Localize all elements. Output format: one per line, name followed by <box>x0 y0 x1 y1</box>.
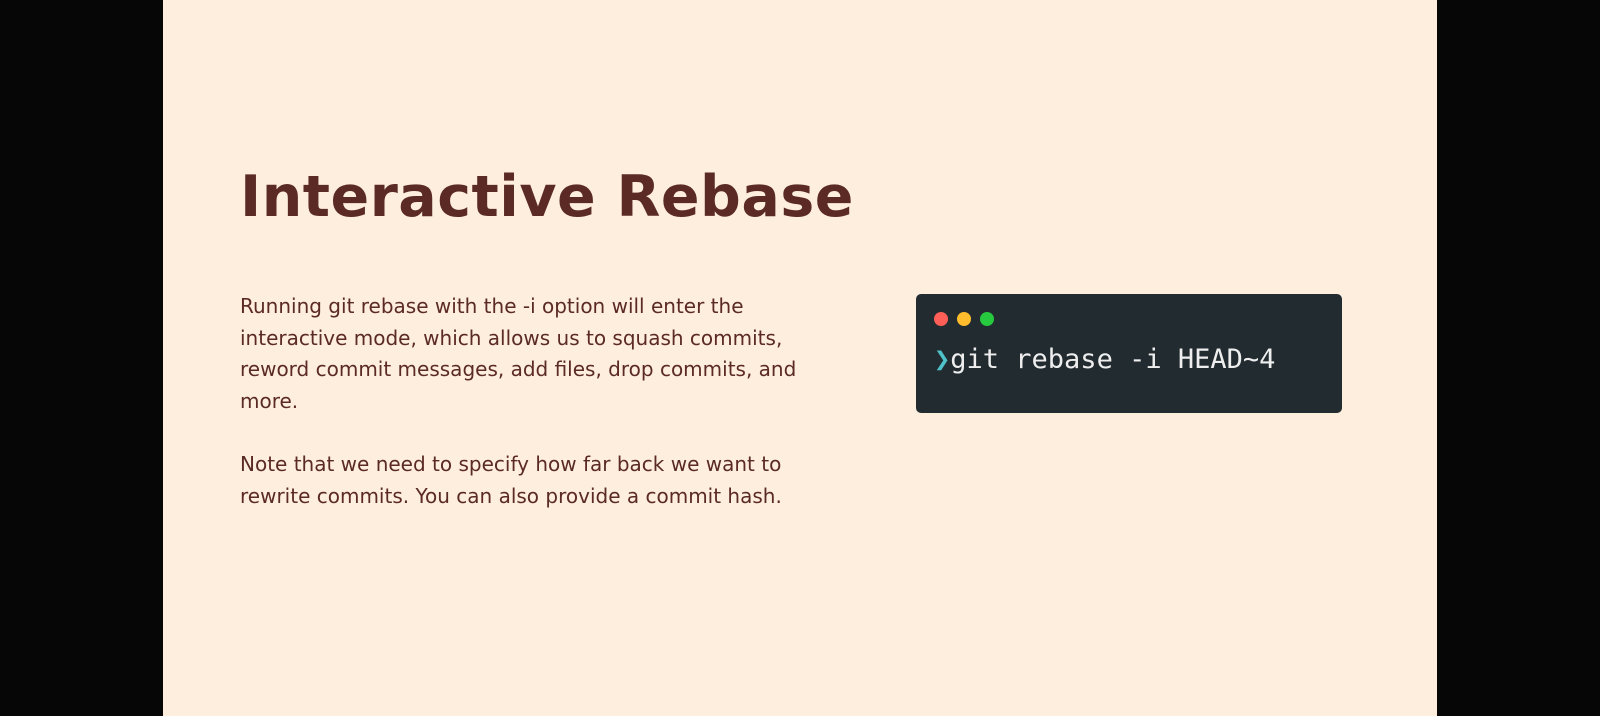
close-dot-icon <box>934 312 948 326</box>
window-controls <box>934 312 994 326</box>
note-paragraph: Note that we need to specify how far bac… <box>240 452 782 508</box>
chevron-right-icon: ❯ <box>934 344 951 375</box>
git-command: git rebase -i HEAD~4 <box>950 344 1276 375</box>
maximize-dot-icon <box>980 312 994 326</box>
video-frame: Interactive Rebase Running git rebase wi… <box>0 0 1600 716</box>
slide-title: Interactive Rebase <box>240 164 854 230</box>
command-line: ❯git rebase -i HEAD~4 <box>934 340 1275 380</box>
presentation-slide: Interactive Rebase Running git rebase wi… <box>163 0 1437 716</box>
description-paragraph: Running git rebase with the -i option wi… <box>240 294 797 413</box>
minimize-dot-icon <box>957 312 971 326</box>
terminal-window: ❯git rebase -i HEAD~4 <box>916 294 1342 413</box>
